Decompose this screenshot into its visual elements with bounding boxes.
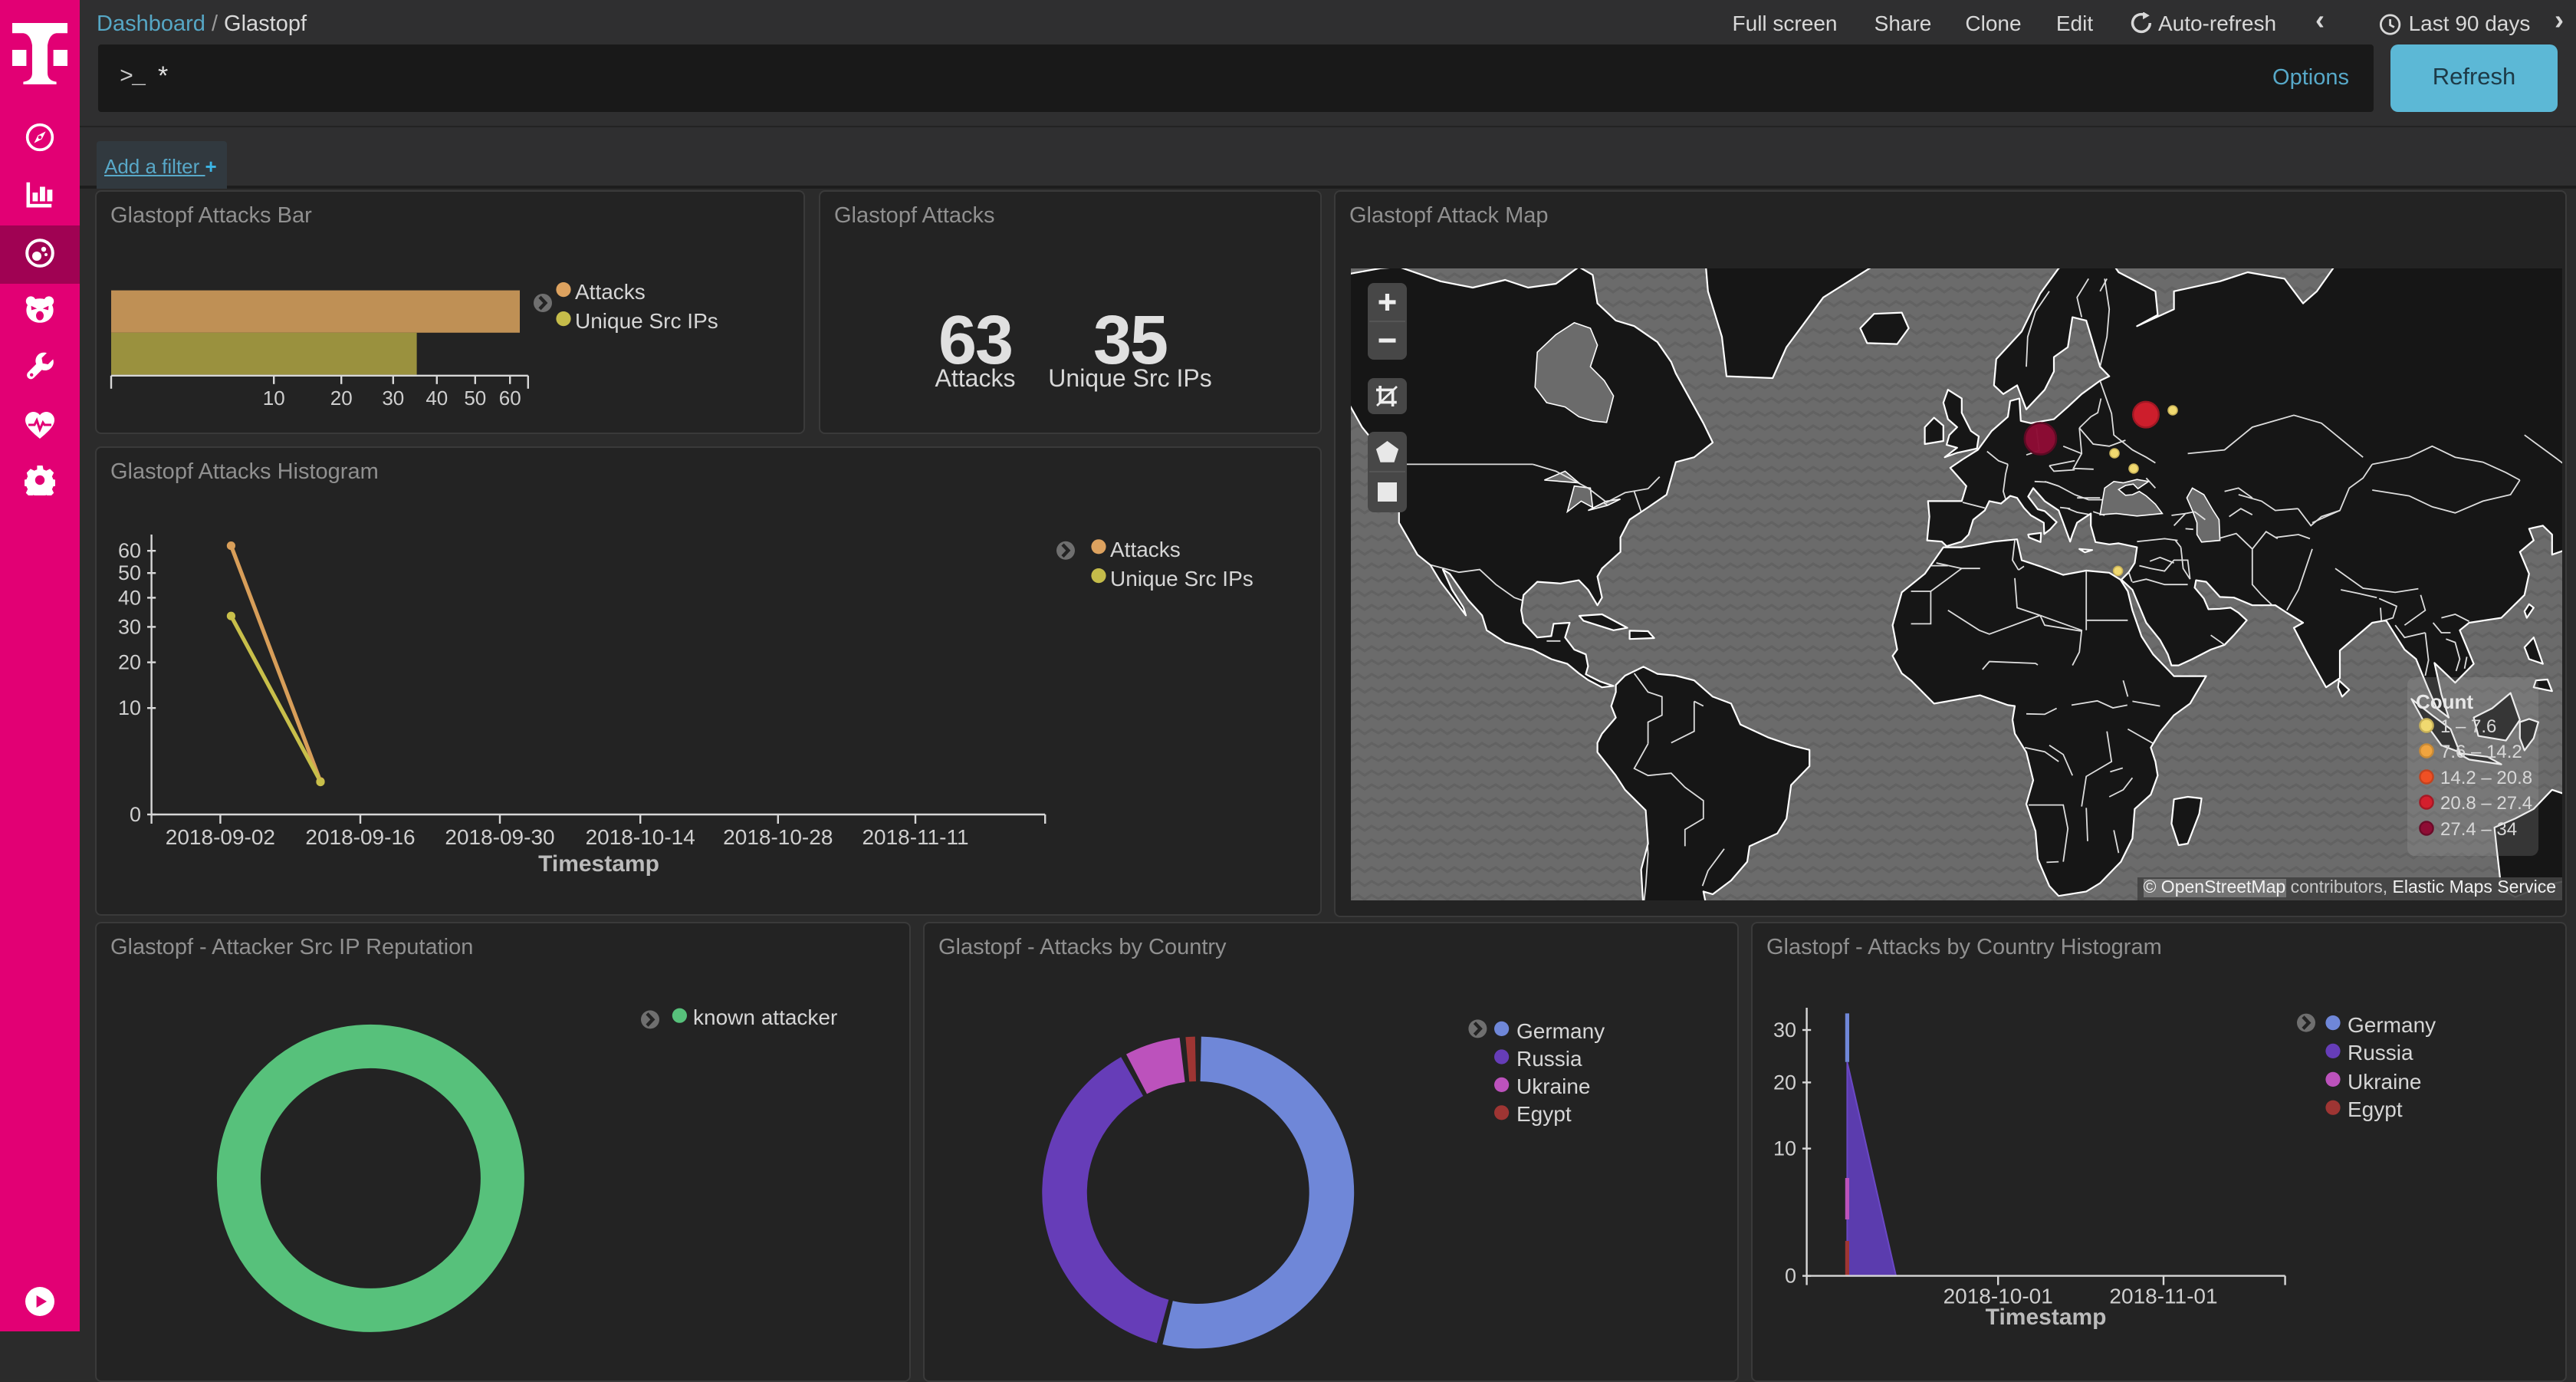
svg-text:60: 60: [499, 387, 521, 410]
svg-text:10: 10: [263, 387, 285, 410]
svg-text:20: 20: [1773, 1071, 1796, 1094]
svg-text:27.4 – 34: 27.4 – 34: [2440, 818, 2516, 839]
svg-text:10: 10: [118, 696, 141, 719]
svg-text:10: 10: [1773, 1137, 1796, 1160]
svg-text:7.6 – 14.2: 7.6 – 14.2: [2440, 741, 2522, 762]
svg-text:2018-09-16: 2018-09-16: [305, 825, 415, 849]
svg-text:50: 50: [118, 561, 141, 584]
svg-text:30: 30: [382, 387, 404, 410]
svg-text:2018-09-30: 2018-09-30: [445, 825, 554, 849]
svg-text:60: 60: [118, 539, 141, 562]
svg-text:1 – 7.6: 1 – 7.6: [2440, 716, 2496, 736]
svg-text:2018-10-28: 2018-10-28: [723, 825, 833, 849]
svg-text:Count: Count: [2415, 689, 2472, 712]
svg-text:2018-09-02: 2018-09-02: [166, 825, 275, 849]
svg-text:0: 0: [1785, 1265, 1796, 1288]
svg-text:20: 20: [118, 651, 141, 674]
svg-text:50: 50: [464, 387, 486, 410]
svg-text:Timestamp: Timestamp: [1986, 1305, 2107, 1330]
svg-text:14.2 – 20.8: 14.2 – 20.8: [2440, 767, 2532, 788]
svg-text:30: 30: [118, 615, 141, 638]
svg-text:Timestamp: Timestamp: [538, 851, 659, 877]
svg-text:40: 40: [426, 387, 448, 410]
svg-text:2018-11-01: 2018-11-01: [2109, 1284, 2217, 1308]
svg-text:20.8 – 27.4: 20.8 – 27.4: [2440, 792, 2532, 813]
svg-text:2018-10-14: 2018-10-14: [586, 825, 695, 849]
svg-text:0: 0: [130, 803, 141, 826]
svg-text:2018-11-11: 2018-11-11: [862, 825, 968, 849]
svg-text:40: 40: [118, 586, 141, 609]
svg-text:20: 20: [330, 387, 353, 410]
svg-text:30: 30: [1773, 1018, 1796, 1041]
